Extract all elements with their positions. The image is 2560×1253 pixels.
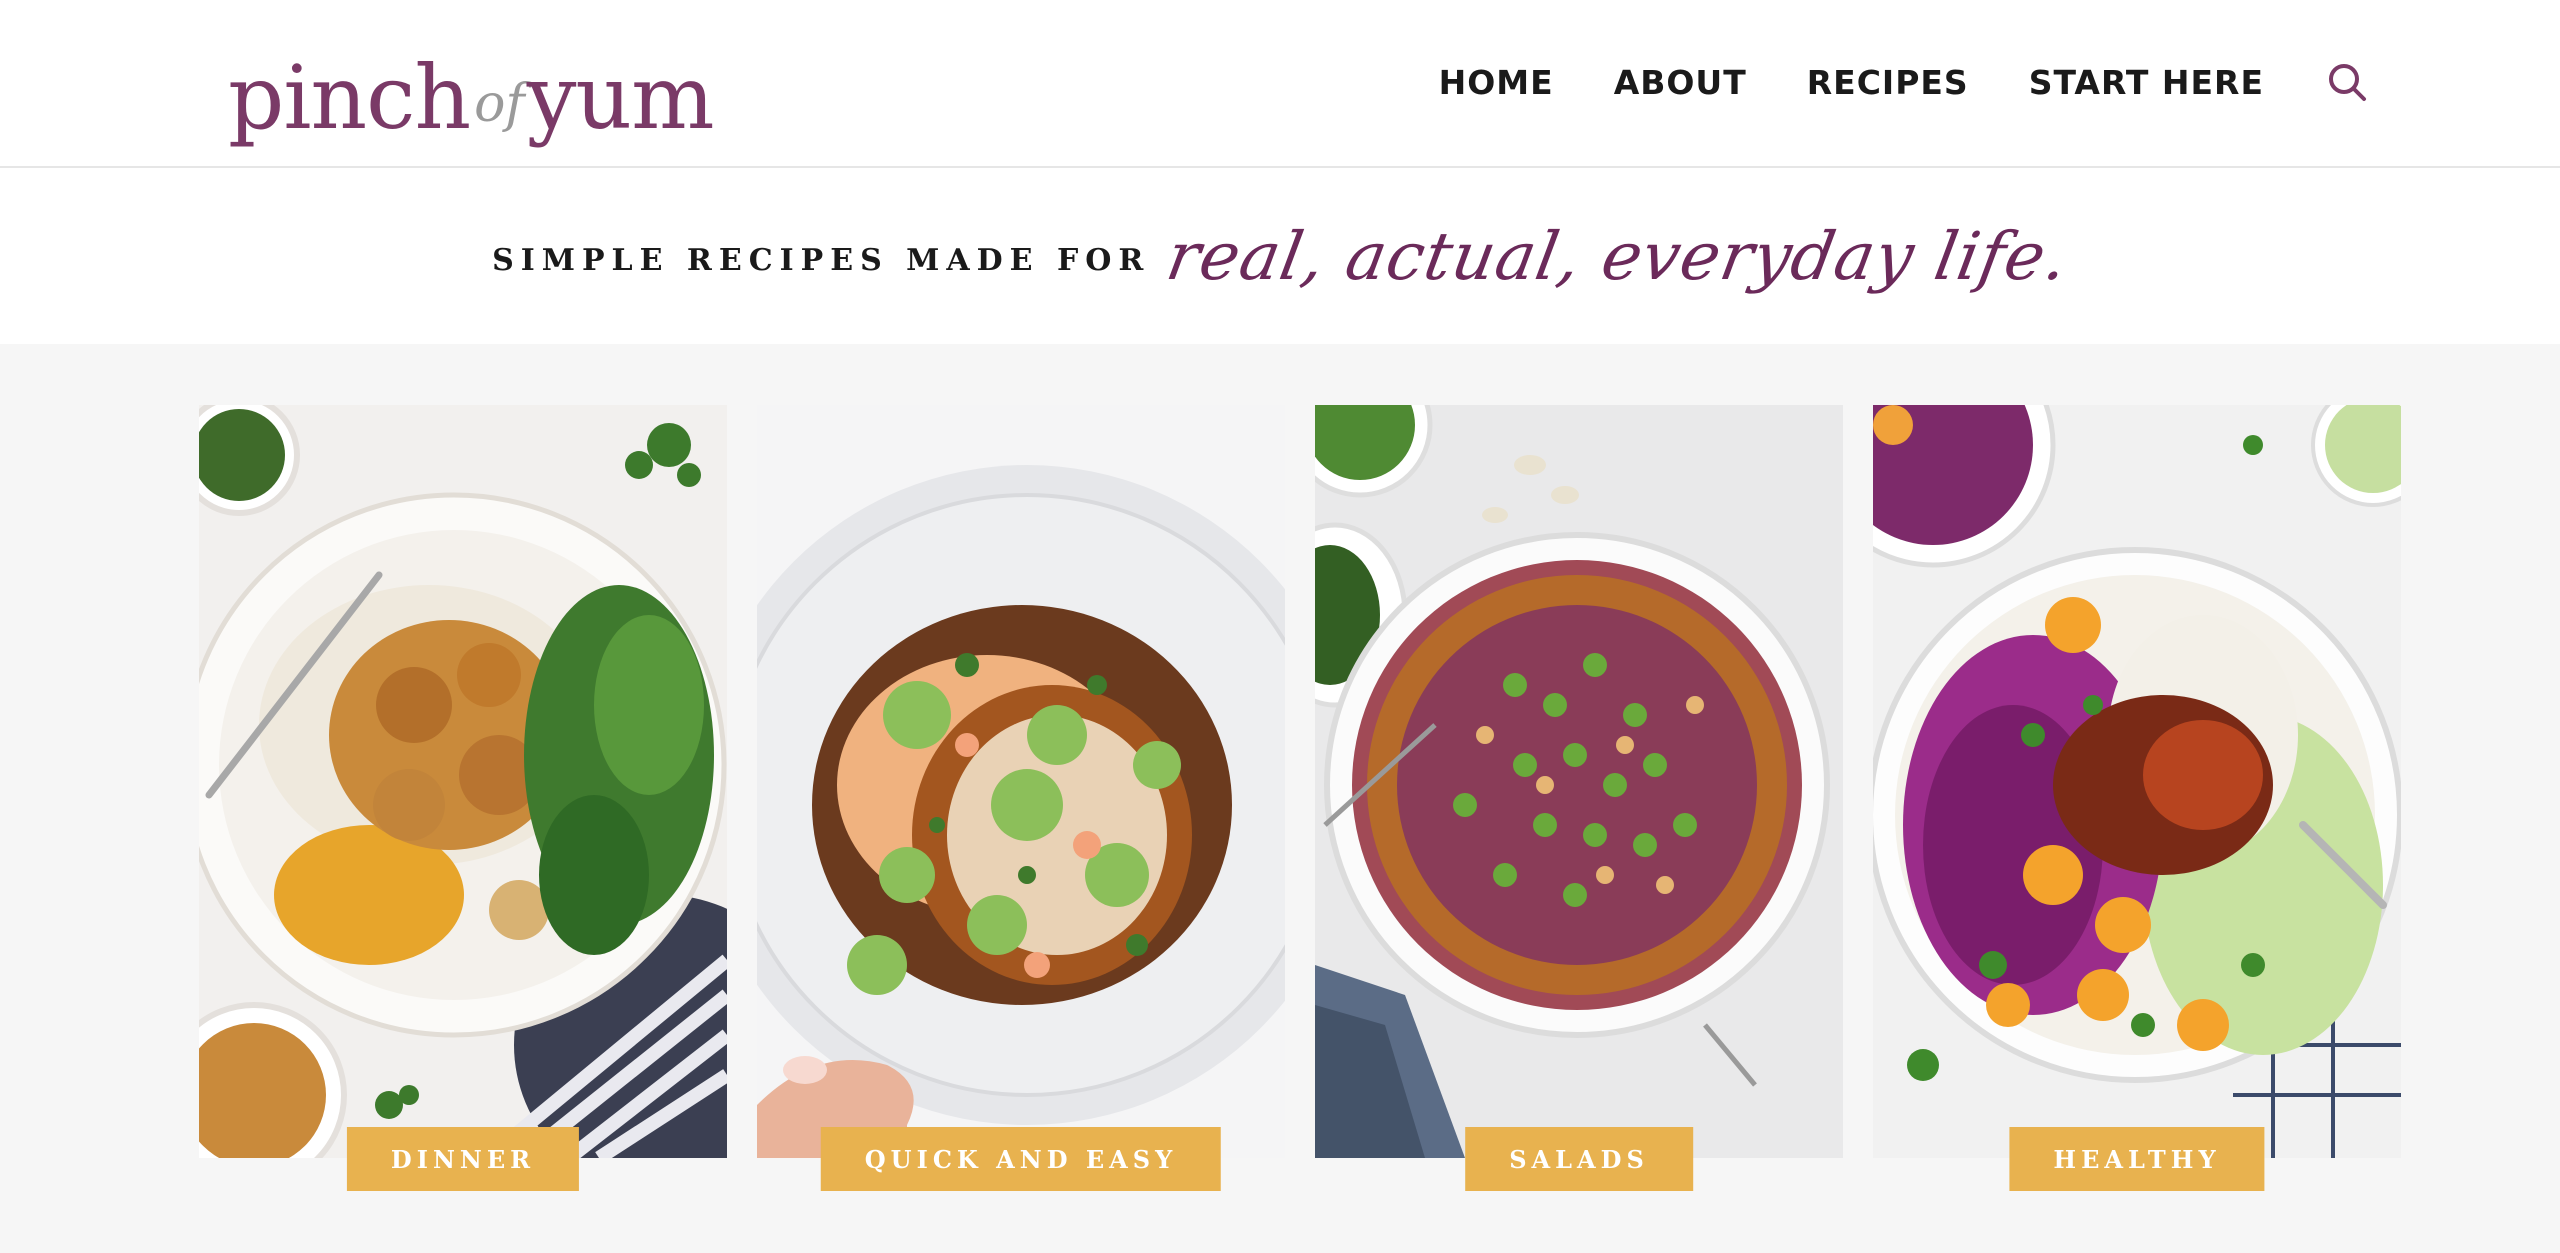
category-card-salads[interactable]: SALADS bbox=[1315, 405, 1843, 1195]
category-card-quick-and-easy[interactable]: QUICK AND EASY bbox=[757, 405, 1285, 1195]
nav-recipes[interactable]: RECIPES bbox=[1807, 63, 1969, 102]
site-logo[interactable]: pinch of yum bbox=[228, 22, 728, 142]
nav-about[interactable]: ABOUT bbox=[1614, 63, 1747, 102]
curry-rice-plate-image bbox=[199, 405, 727, 1158]
logo-text-pinch: pinch bbox=[228, 46, 471, 149]
category-label-dinner: DINNER bbox=[346, 1127, 580, 1191]
logo-text-of: of bbox=[474, 74, 525, 134]
category-label-healthy: HEALTHY bbox=[2009, 1127, 2265, 1191]
salmon-cabbage-bowl-image bbox=[1873, 405, 2401, 1158]
main-nav: HOME ABOUT RECIPES START HERE bbox=[1439, 54, 2370, 110]
tagline-plain-text: SIMPLE RECIPES MADE FOR bbox=[492, 242, 1151, 278]
category-card-dinner[interactable]: DINNER bbox=[199, 405, 727, 1195]
crunchy-salad-bowl-image bbox=[1315, 405, 1843, 1158]
tostada-plate-image bbox=[757, 405, 1285, 1158]
category-label-salads: SALADS bbox=[1465, 1127, 1693, 1191]
nav-home[interactable]: HOME bbox=[1439, 63, 1554, 102]
search-icon bbox=[2329, 64, 2366, 101]
site-header: pinch of yum HOME ABOUT RECIPES START HE… bbox=[0, 0, 2560, 168]
search-button[interactable] bbox=[2324, 59, 2370, 105]
nav-start-here[interactable]: START HERE bbox=[2029, 63, 2264, 102]
category-cards: DINNER QUICK AND EASY SALADS HEALTHY bbox=[199, 405, 2401, 1195]
tagline-banner: SIMPLE RECIPES MADE FOR real, actual, ev… bbox=[0, 168, 2560, 344]
category-card-healthy[interactable]: HEALTHY bbox=[1873, 405, 2401, 1195]
tagline-script-text: real, actual, everyday life. bbox=[1161, 217, 2075, 295]
logo-text-yum: yum bbox=[526, 46, 715, 149]
category-label-quick-and-easy: QUICK AND EASY bbox=[820, 1127, 1222, 1191]
